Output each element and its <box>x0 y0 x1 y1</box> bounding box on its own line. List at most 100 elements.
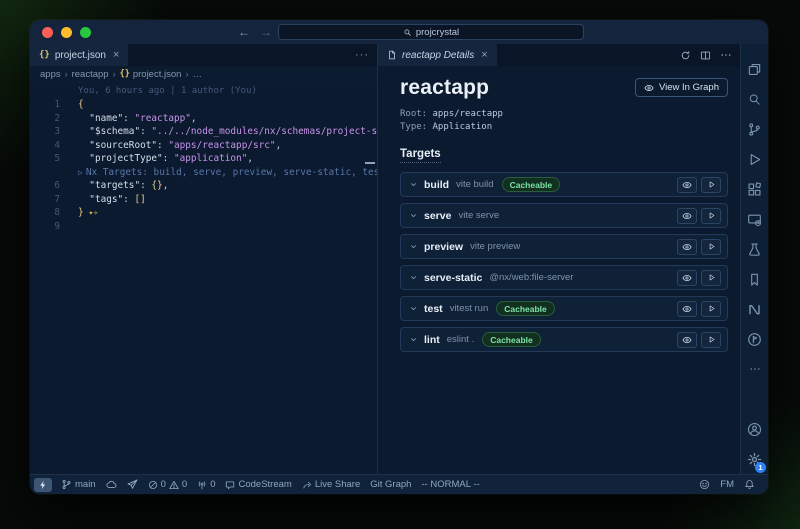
breadcrumb-item-apps[interactable]: apps <box>40 69 61 80</box>
overview-ruler-marker <box>365 162 375 164</box>
line-content: { <box>60 98 84 112</box>
close-tab-icon[interactable]: × <box>481 49 487 61</box>
project-details-panel: reactapp View In Graph Root: apps/reacta… <box>378 66 740 474</box>
target-row-build[interactable]: buildvite buildCacheable <box>400 172 728 197</box>
view-target-button[interactable] <box>677 332 697 348</box>
line-content <box>60 220 78 234</box>
line-content: ▷Nx Targets: build, serve, preview, serv… <box>60 166 377 180</box>
target-row-preview[interactable]: previewvite preview <box>400 234 728 259</box>
activity-beaker-icon[interactable] <box>741 234 768 264</box>
chevron-down-icon[interactable] <box>409 180 418 189</box>
view-target-button[interactable] <box>677 301 697 317</box>
tab-overflow-icon[interactable]: ··· <box>355 44 369 66</box>
codelens-play-icon: ▷ <box>78 168 83 177</box>
chevron-down-icon[interactable] <box>409 242 418 251</box>
activity-source-control-icon[interactable] <box>741 114 768 144</box>
activity-nx-icon[interactable] <box>741 294 768 324</box>
status-label: -- NORMAL -- <box>421 479 479 490</box>
view-target-button[interactable] <box>677 208 697 224</box>
run-target-button[interactable] <box>701 270 721 286</box>
warning-icon <box>169 480 179 490</box>
activity-account-icon[interactable] <box>741 414 768 444</box>
status-bell[interactable] <box>739 479 760 490</box>
history-back-icon[interactable]: ← <box>238 25 250 39</box>
maximize-window-button[interactable] <box>80 27 91 38</box>
feedback-icon <box>699 479 710 490</box>
line-content: "name": "reactapp", <box>60 112 197 126</box>
refresh-icon[interactable] <box>680 50 691 61</box>
meta-label: Type: <box>400 122 433 132</box>
breadcrumb-item-reactapp[interactable]: reactapp <box>72 69 109 80</box>
status-git-graph[interactable]: Git Graph <box>365 475 416 494</box>
close-tab-icon[interactable]: × <box>113 49 119 61</box>
activity-files-icon[interactable] <box>741 54 768 84</box>
settings-badge: 1 <box>755 462 766 473</box>
status-send[interactable] <box>122 475 143 494</box>
close-window-button[interactable] <box>42 27 53 38</box>
status-main[interactable]: main <box>56 475 101 494</box>
target-row-serve-static[interactable]: serve-static@nx/web:file-server <box>400 265 728 290</box>
code-line-7: 7 "tags": [] <box>30 193 377 207</box>
activity-bar: 1 <box>740 44 768 474</box>
target-command: vite serve <box>458 210 499 221</box>
history-forward-icon[interactable]: → <box>260 25 272 39</box>
tab-reactapp-details[interactable]: reactapp Details × <box>378 44 498 66</box>
split-editor-icon[interactable] <box>700 50 711 61</box>
breadcrumb-item-projectjson[interactable]: {}project.json <box>120 69 182 80</box>
line-number: 5 <box>30 152 60 166</box>
code-line-4: 4 "sourceRoot": "apps/reactapp/src", <box>30 139 377 153</box>
zap-icon <box>38 480 48 490</box>
status-codestream[interactable]: CodeStream <box>220 475 296 494</box>
chevron-down-icon[interactable] <box>409 335 418 344</box>
activity-bookmark-icon[interactable] <box>741 264 768 294</box>
activity-ellipsis-icon[interactable] <box>741 354 768 384</box>
activity-extensions-icon[interactable] <box>741 174 768 204</box>
status-0[interactable]: 0 <box>192 475 220 494</box>
tab-label: project.json <box>55 50 106 61</box>
command-center-search[interactable]: projcrystal <box>278 24 584 40</box>
run-target-button[interactable] <box>701 177 721 193</box>
view-target-button[interactable] <box>677 270 697 286</box>
minimize-window-button[interactable] <box>61 27 72 38</box>
run-target-button[interactable] <box>701 239 721 255</box>
run-target-button[interactable] <box>701 332 721 348</box>
status-normal[interactable]: -- NORMAL -- <box>416 475 484 494</box>
status-fm[interactable]: FM <box>715 479 739 490</box>
line-number: 8 <box>30 206 60 220</box>
target-row-lint[interactable]: linteslint .Cacheable <box>400 327 728 352</box>
chevron-down-icon[interactable] <box>409 273 418 282</box>
ellipsis-icon[interactable] <box>720 49 732 61</box>
status-zap[interactable] <box>34 478 52 492</box>
json-file-icon: {} <box>39 50 50 60</box>
view-target-button[interactable] <box>677 177 697 193</box>
activity-run-icon[interactable] <box>741 144 768 174</box>
status-label: 0 <box>182 479 187 490</box>
status-feedback[interactable] <box>694 479 715 490</box>
status-live-share[interactable]: Live Share <box>297 475 365 494</box>
status-cloud[interactable] <box>101 475 122 494</box>
target-row-test[interactable]: testvitest runCacheable <box>400 296 728 321</box>
nx-targets-codelens[interactable]: ▷Nx Targets: build, serve, preview, serv… <box>30 166 377 180</box>
tab-project-json[interactable]: {} project.json × <box>30 44 129 66</box>
view-target-button[interactable] <box>677 239 697 255</box>
chevron-down-icon[interactable] <box>409 211 418 220</box>
run-target-button[interactable] <box>701 301 721 317</box>
activity-remote-icon[interactable] <box>741 204 768 234</box>
target-name: serve-static <box>424 272 482 284</box>
project-title: reactapp <box>400 76 489 100</box>
meta-row: Type: Application <box>400 121 728 134</box>
status-0[interactable]: 00 <box>143 475 193 494</box>
target-row-serve[interactable]: servevite serve <box>400 203 728 228</box>
activity-pin-icon[interactable] <box>741 324 768 354</box>
eye-icon <box>644 83 654 93</box>
line-content: "targets": {}, <box>60 179 168 193</box>
meta-label: Root: <box>400 109 433 119</box>
activity-settings-gear-icon[interactable]: 1 <box>741 444 768 474</box>
chevron-down-icon[interactable] <box>409 304 418 313</box>
breadcrumb-item-[interactable]: … <box>192 69 202 80</box>
target-command: vite build <box>456 179 494 190</box>
status-label: 0 <box>210 479 215 490</box>
activity-search-icon[interactable] <box>741 84 768 114</box>
run-target-button[interactable] <box>701 208 721 224</box>
view-in-graph-button[interactable]: View In Graph <box>635 78 728 97</box>
